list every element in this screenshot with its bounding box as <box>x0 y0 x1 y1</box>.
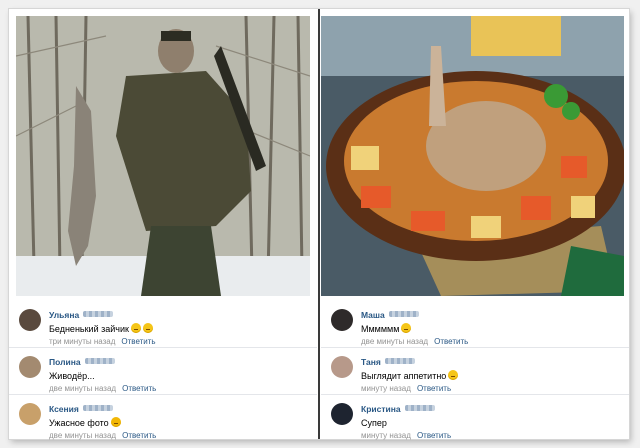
panel-divider <box>318 9 320 439</box>
smiling-face-icon <box>401 323 412 333</box>
hidden-surname <box>84 357 115 364</box>
reply-link[interactable]: Ответить <box>417 431 451 440</box>
comment-text: Супер <box>361 418 387 428</box>
avatar[interactable] <box>19 309 41 331</box>
comment-list: Маша Мммммм две минуты назад Ответить Тан… <box>321 301 629 441</box>
reply-link[interactable]: Ответить <box>122 431 156 440</box>
hidden-surname <box>388 310 419 317</box>
hidden-surname <box>82 404 113 411</box>
comment-time[interactable]: две минуты назад <box>361 337 428 346</box>
comment-item: Маша Мммммм две минуты назад Ответить <box>321 301 629 348</box>
tearful-face-icon <box>130 323 141 333</box>
rabbit-dish-photo <box>321 16 624 296</box>
comment-text: Выглядит аппетитно <box>361 371 447 381</box>
hunter-photo <box>16 16 310 296</box>
comment-text: Ужасное фото <box>49 418 109 428</box>
right-post: Маша Мммммм две минуты назад Ответить Тан… <box>321 9 629 441</box>
reply-link[interactable]: Ответить <box>417 384 451 393</box>
comment-item: Полина Живодёр... две минуты назад Ответи… <box>9 348 317 395</box>
yum-face-icon <box>448 370 459 380</box>
reply-link[interactable]: Ответить <box>121 337 155 346</box>
comment-text: Мммммм <box>361 324 400 334</box>
hidden-surname <box>404 404 435 411</box>
comment-item: Таня Выглядит аппетитно минуту назад Отве… <box>321 348 629 395</box>
comment-time[interactable]: две минуты назад <box>49 384 116 393</box>
avatar[interactable] <box>19 403 41 425</box>
meme-frame: Ульяна Бедненький зайчик три минуты наза… <box>9 9 629 441</box>
comment-item: Ксения Ужасное фото две минуты назад Отве… <box>9 395 317 441</box>
hidden-surname <box>83 310 114 317</box>
avatar[interactable] <box>331 356 353 378</box>
comment-time[interactable]: минуту назад <box>361 431 411 440</box>
left-post: Ульяна Бедненький зайчик три минуты наза… <box>9 9 317 441</box>
avatar[interactable] <box>331 309 353 331</box>
comment-author[interactable]: Кристина <box>361 404 401 415</box>
reply-link[interactable]: Ответить <box>434 337 468 346</box>
comment-time[interactable]: три минуты назад <box>49 337 115 346</box>
comment-list: Ульяна Бедненький зайчик три минуты наза… <box>9 301 317 441</box>
avatar[interactable] <box>19 356 41 378</box>
sad-face-icon <box>110 417 121 427</box>
comment-text: Живодёр... <box>49 371 95 381</box>
comment-author[interactable]: Маша <box>361 310 385 321</box>
comment-text: Бедненький зайчик <box>49 324 129 334</box>
reply-link[interactable]: Ответить <box>122 384 156 393</box>
comment-author[interactable]: Ульяна <box>49 310 79 321</box>
comment-time[interactable]: минуту назад <box>361 384 411 393</box>
hidden-surname <box>384 357 415 364</box>
tearful-face-icon <box>142 323 153 333</box>
comment-item: Кристина Супер минуту назад Ответить <box>321 395 629 441</box>
avatar[interactable] <box>331 403 353 425</box>
comment-item: Ульяна Бедненький зайчик три минуты наза… <box>9 301 317 348</box>
comment-author[interactable]: Ксения <box>49 404 79 415</box>
comment-author[interactable]: Таня <box>361 357 381 368</box>
comment-time[interactable]: две минуты назад <box>49 431 116 440</box>
comment-author[interactable]: Полина <box>49 357 81 368</box>
